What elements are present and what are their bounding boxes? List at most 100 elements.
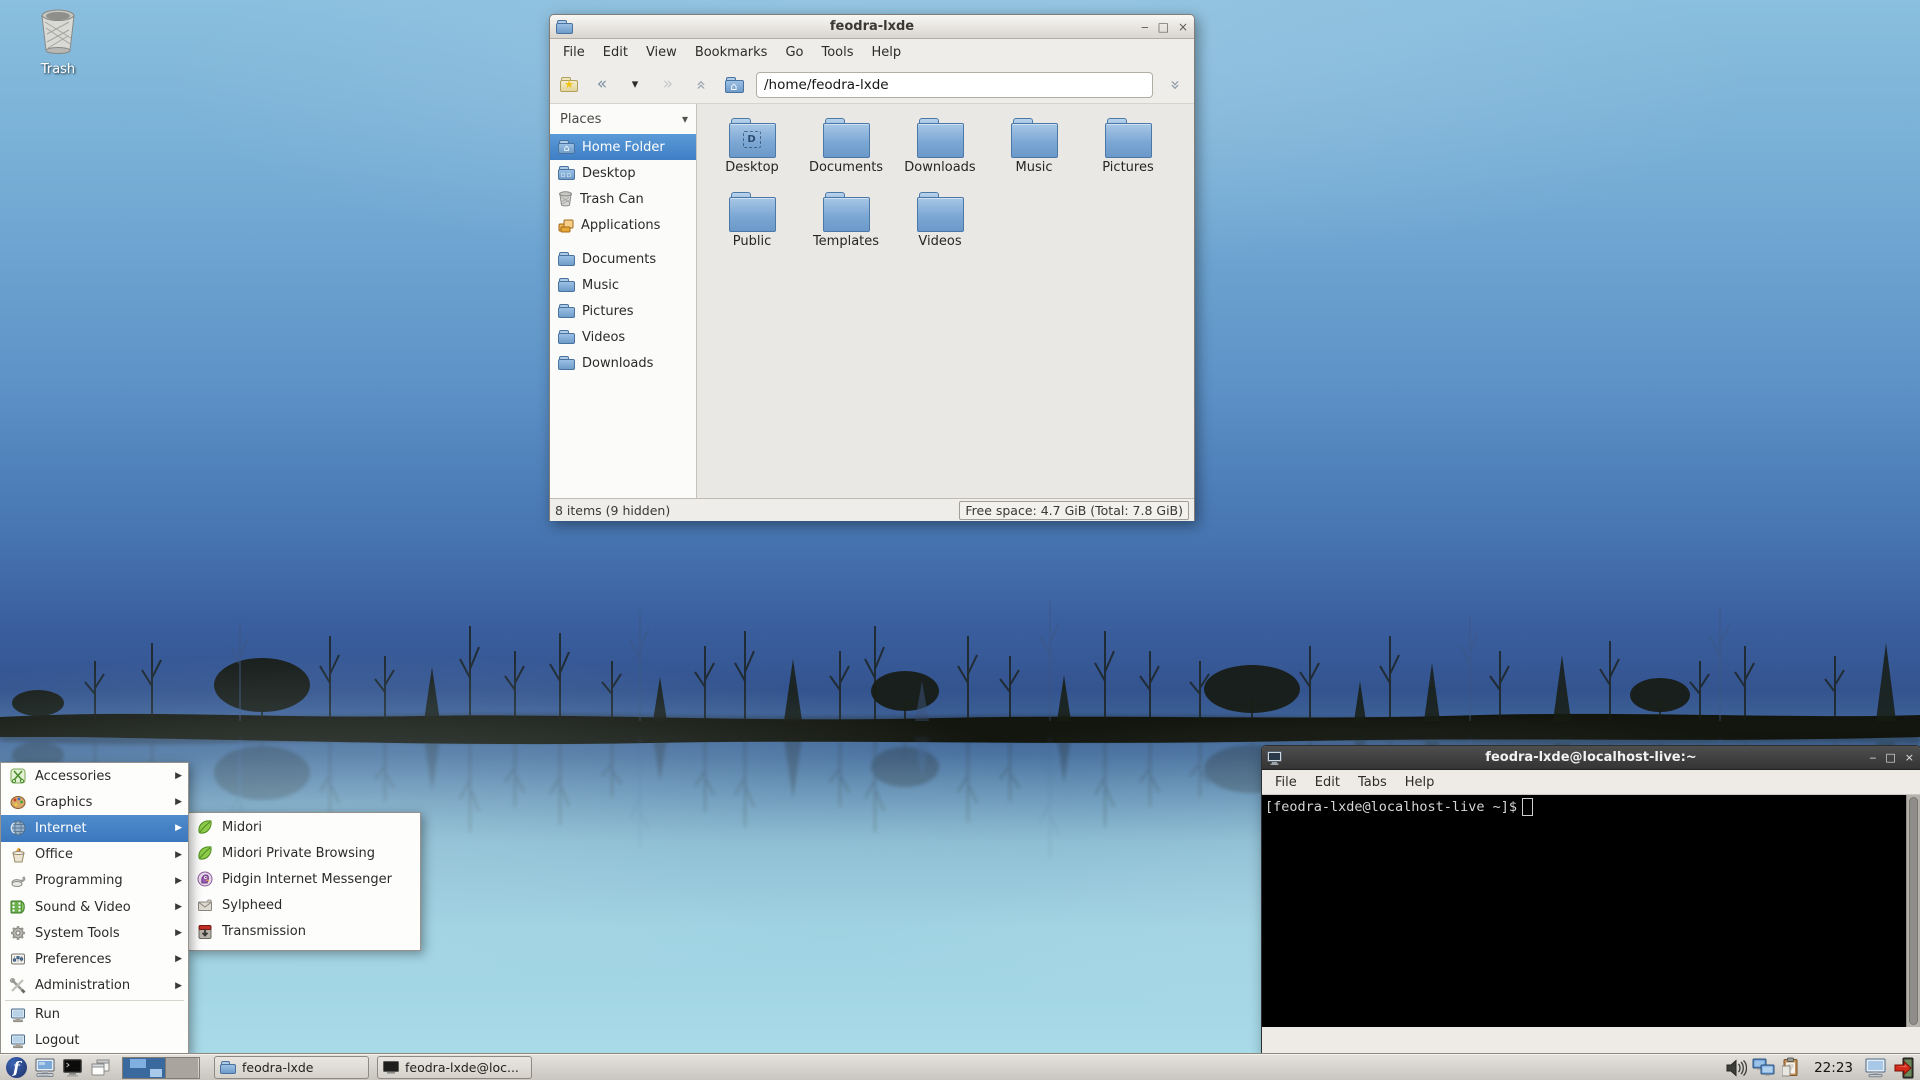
- fm-toolbar: ★ « ▾ » « ⌂ »: [550, 66, 1194, 103]
- quit-icon[interactable]: [1891, 1056, 1916, 1080]
- desktop-icon-trash[interactable]: Trash: [22, 8, 94, 77]
- fm-menubar: File Edit View Bookmarks Go Tools Help: [550, 39, 1194, 66]
- submenu-arrow-icon: ▶: [175, 797, 182, 808]
- sidebar-item-music[interactable]: Music: [550, 272, 696, 298]
- sylpheed-icon: [196, 897, 213, 914]
- folder-item-music[interactable]: Music: [987, 116, 1081, 190]
- menu-item-sound-video[interactable]: Sound & Video ▶: [1, 894, 188, 920]
- internet-submenu: Midori Midori Private Browsing Pidgin In…: [187, 812, 421, 951]
- terminal-scrollbar[interactable]: [1906, 795, 1920, 1027]
- folder-item-videos[interactable]: Videos: [893, 190, 987, 264]
- sidebar-item-desktop[interactable]: ▫▫ Desktop: [550, 160, 696, 186]
- folder-item-public[interactable]: Public: [705, 190, 799, 264]
- sidebar-item-downloads[interactable]: Downloads: [550, 350, 696, 376]
- fm-menu-go[interactable]: Go: [776, 41, 812, 64]
- workspace-2[interactable]: [166, 1057, 198, 1078]
- taskbar-task-terminal[interactable]: feodra-lxde@loc...: [377, 1056, 532, 1079]
- fm-close-button[interactable]: ×: [1178, 21, 1188, 33]
- terminal-menu-help[interactable]: Help: [1396, 771, 1444, 794]
- taskbar-task-file-manager[interactable]: feodra-lxde: [214, 1056, 369, 1079]
- scrollbar-thumb[interactable]: [1909, 797, 1918, 1025]
- menu-item-run[interactable]: Run: [1, 1002, 188, 1028]
- menu-item-graphics[interactable]: Graphics ▶: [1, 789, 188, 815]
- workspace-1[interactable]: [123, 1057, 166, 1078]
- home-icon[interactable]: ⌂: [723, 74, 745, 96]
- folder-item-templates[interactable]: Templates: [799, 190, 893, 264]
- terminal-maximize-button[interactable]: □: [1885, 752, 1895, 763]
- folder-item-documents[interactable]: Documents: [799, 116, 893, 190]
- forward-icon[interactable]: »: [657, 74, 679, 96]
- submenu-arrow-icon: ▶: [175, 902, 182, 913]
- new-tab-icon[interactable]: ★: [558, 74, 580, 96]
- terminal-close-button[interactable]: ×: [1905, 752, 1914, 763]
- folder-item-desktop[interactable]: D Desktop: [705, 116, 799, 190]
- fm-icon-view[interactable]: D Desktop Documents Downloads Music Pict…: [697, 104, 1194, 498]
- path-input[interactable]: [756, 71, 1153, 98]
- submenu-item-pidgin[interactable]: Pidgin Internet Messenger: [188, 866, 420, 892]
- fm-menu-file[interactable]: File: [554, 41, 594, 64]
- start-menu-button[interactable]: f: [4, 1056, 29, 1080]
- terminal-titlebar[interactable]: feodra-lxde@localhost-live:~ ‒ □ ×: [1262, 746, 1920, 770]
- menu-item-programming[interactable]: Programming ▶: [1, 868, 188, 894]
- network-icon[interactable]: [1751, 1056, 1776, 1080]
- terminal-window-title: feodra-lxde@localhost-live:~: [1485, 750, 1697, 765]
- midori-icon: [196, 845, 213, 862]
- terminal-menu-file[interactable]: File: [1266, 771, 1306, 794]
- fm-minimize-button[interactable]: ‒: [1141, 21, 1149, 33]
- terminal-menu-tabs[interactable]: Tabs: [1349, 771, 1396, 794]
- folder-icon: [558, 252, 575, 266]
- menu-item-office[interactable]: Office ▶: [1, 842, 188, 868]
- submenu-item-midori[interactable]: Midori: [188, 814, 420, 840]
- submenu-arrow-icon: ▶: [175, 875, 182, 886]
- submenu-item-transmission[interactable]: Transmission: [188, 919, 420, 945]
- workspace-pager[interactable]: [122, 1056, 200, 1079]
- sidebar-item-videos[interactable]: Videos: [550, 324, 696, 350]
- minimize-all-button[interactable]: [88, 1056, 113, 1080]
- places-header-label: Places: [560, 111, 602, 127]
- taskbar-clock[interactable]: 22:23: [1814, 1060, 1853, 1076]
- sidebar-item-pictures[interactable]: Pictures: [550, 298, 696, 324]
- sidebar-item-trash[interactable]: Trash Can: [550, 186, 696, 212]
- terminal-screen[interactable]: [feodra-lxde@localhost-live ~]$: [1262, 795, 1920, 1027]
- terminal-minimize-button[interactable]: ‒: [1869, 752, 1876, 763]
- fm-menu-bookmarks[interactable]: Bookmarks: [686, 41, 777, 64]
- menu-item-internet[interactable]: Internet ▶: [1, 815, 188, 842]
- sidebar-item-documents[interactable]: Documents: [550, 246, 696, 272]
- sidebar-item-applications[interactable]: Applications: [550, 212, 696, 238]
- menu-item-preferences[interactable]: Preferences ▶: [1, 946, 188, 972]
- terminal-launcher[interactable]: [60, 1056, 85, 1080]
- volume-icon[interactable]: [1723, 1056, 1748, 1080]
- fm-menu-edit[interactable]: Edit: [594, 41, 637, 64]
- menu-item-system-tools[interactable]: System Tools ▶: [1, 920, 188, 946]
- folder-icon: [822, 118, 870, 158]
- start-menu: Accessories ▶ Graphics ▶ Internet ▶ Offi…: [0, 762, 189, 1056]
- menu-item-logout[interactable]: Logout: [1, 1028, 188, 1054]
- fm-menu-help[interactable]: Help: [863, 41, 911, 64]
- jump-to-path-icon[interactable]: »: [1164, 74, 1186, 96]
- file-manager-launcher[interactable]: [32, 1056, 57, 1080]
- back-icon[interactable]: «: [591, 74, 613, 96]
- submenu-item-midori-private[interactable]: Midori Private Browsing: [188, 840, 420, 866]
- terminal-menu-edit[interactable]: Edit: [1306, 771, 1349, 794]
- fm-titlebar[interactable]: feodra-lxde ‒ □ ×: [550, 15, 1194, 39]
- submenu-item-sylpheed[interactable]: Sylpheed: [188, 893, 420, 919]
- up-icon[interactable]: «: [690, 74, 712, 96]
- fm-menu-view[interactable]: View: [637, 41, 686, 64]
- fm-window-title: feodra-lxde: [829, 19, 915, 34]
- fm-menu-tools[interactable]: Tools: [812, 41, 862, 64]
- folder-icon: [916, 118, 964, 158]
- clipboard-icon[interactable]: [1779, 1056, 1804, 1080]
- fm-maximize-button[interactable]: □: [1158, 21, 1169, 33]
- menu-item-administration[interactable]: Administration ▶: [1, 973, 188, 999]
- menu-item-accessories[interactable]: Accessories ▶: [1, 763, 188, 789]
- folder-item-downloads[interactable]: Downloads: [893, 116, 987, 190]
- applications-icon: [558, 219, 574, 232]
- sidebar-item-home[interactable]: ⌂ Home Folder: [550, 134, 696, 160]
- screen-lock-icon[interactable]: [1863, 1056, 1888, 1080]
- submenu-arrow-icon: ▶: [175, 771, 182, 782]
- places-selector[interactable]: Places ▾: [550, 104, 696, 134]
- history-dropdown-icon[interactable]: ▾: [624, 74, 646, 96]
- folder-item-pictures[interactable]: Pictures: [1081, 116, 1175, 190]
- folder-icon: [728, 192, 776, 232]
- trash-can-icon: [41, 9, 75, 54]
